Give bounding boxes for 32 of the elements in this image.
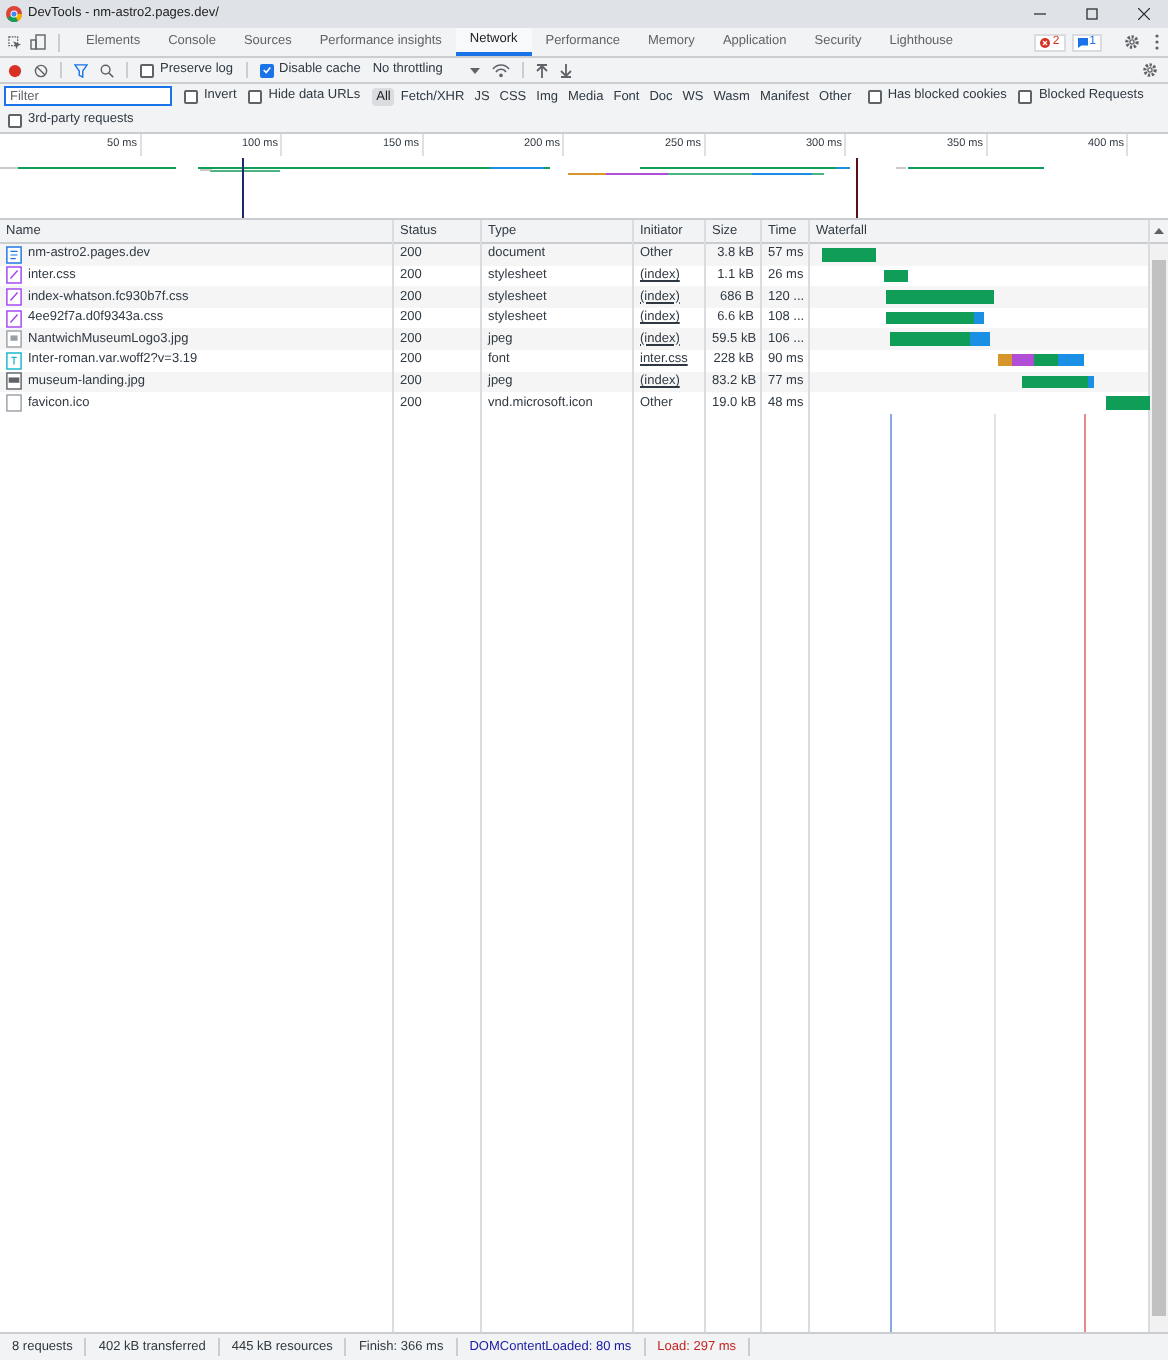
browser-logo-icon xyxy=(6,6,22,22)
dom-content-loaded-marker xyxy=(242,158,244,218)
checkbox[interactable] xyxy=(140,63,154,77)
checkbox[interactable] xyxy=(1018,89,1033,103)
search-icon[interactable] xyxy=(100,63,114,77)
wifi-settings-icon[interactable] xyxy=(492,63,511,77)
scrollbar[interactable] xyxy=(1148,220,1168,1332)
minimize-icon[interactable] xyxy=(1034,8,1046,20)
error-icon xyxy=(1040,37,1051,47)
download-icon[interactable] xyxy=(560,63,573,77)
inspect-element-icon[interactable] xyxy=(8,35,22,49)
more-options-icon[interactable] xyxy=(1154,34,1160,50)
checkbox[interactable] xyxy=(8,113,22,127)
clear-icon[interactable] xyxy=(34,63,48,77)
checkbox[interactable] xyxy=(867,89,882,103)
message-icon xyxy=(1077,37,1088,47)
waterfall-bar xyxy=(884,269,908,283)
checkbox[interactable] xyxy=(248,89,263,103)
checkbox[interactable] xyxy=(259,63,273,77)
load-marker xyxy=(856,158,858,218)
waterfall-bar xyxy=(886,290,994,304)
close-icon[interactable] xyxy=(1138,8,1150,20)
sort-arrow-icon[interactable] xyxy=(1154,228,1164,234)
maximize-icon[interactable] xyxy=(1086,8,1098,20)
waterfall-bar xyxy=(822,248,876,261)
record-icon[interactable] xyxy=(8,63,22,77)
caret-icon xyxy=(470,67,481,73)
device-toolbar-icon[interactable] xyxy=(30,34,46,50)
waterfall-bar xyxy=(1106,396,1150,410)
filter-icon[interactable] xyxy=(74,63,88,77)
checkbox[interactable] xyxy=(184,89,198,103)
upload-icon[interactable] xyxy=(536,63,549,77)
